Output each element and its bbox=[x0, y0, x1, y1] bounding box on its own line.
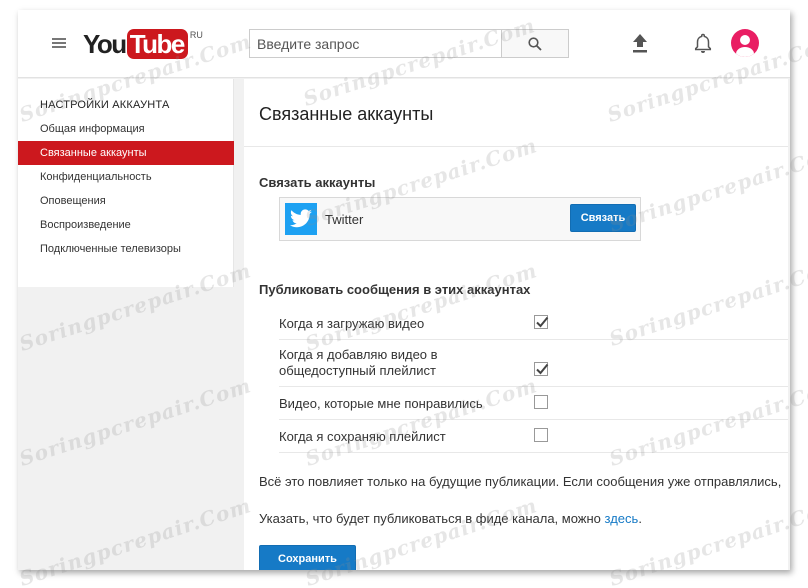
feed-settings-note: Указать, что будет публиковаться в фиде … bbox=[259, 511, 642, 526]
feed-settings-link[interactable]: здесь bbox=[605, 511, 639, 526]
sidebar-heading: НАСТРОЙКИ АККАУНТА bbox=[40, 99, 170, 111]
publish-section-title: Публиковать сообщения в этих аккаунтах bbox=[259, 282, 531, 297]
twitter-account-name: Twitter bbox=[325, 212, 364, 227]
page-title: Связанные аккаунты bbox=[259, 104, 434, 124]
twitter-icon bbox=[285, 203, 317, 235]
logo-text-you: You bbox=[83, 29, 127, 59]
masthead: You Tube RU bbox=[18, 10, 790, 78]
publish-liked-checkbox[interactable] bbox=[534, 395, 548, 409]
publish-option-row: Когда я загружаю видео bbox=[279, 307, 790, 340]
publish-option-label: Видео, которые мне понравились bbox=[279, 396, 483, 411]
publish-option-row: Когда я сохраняю плейлист bbox=[279, 420, 790, 453]
main-content: Связанные аккаунты Связать аккаунты Twit… bbox=[244, 79, 790, 570]
search-icon bbox=[528, 36, 542, 51]
publish-save-playlist-checkbox[interactable] bbox=[534, 428, 548, 442]
avatar[interactable] bbox=[731, 29, 759, 57]
checkmark-icon bbox=[536, 316, 549, 328]
user-icon bbox=[736, 35, 754, 57]
connect-section-title: Связать аккаунты bbox=[259, 175, 376, 190]
publish-option-label: Когда я добавляю видео в общедоступный п… bbox=[279, 347, 438, 378]
upload-icon[interactable] bbox=[630, 32, 650, 54]
publish-upload-checkbox[interactable] bbox=[534, 315, 549, 329]
checkmark-icon bbox=[536, 363, 549, 375]
publish-option-label: Когда я сохраняю плейлист bbox=[279, 429, 446, 444]
publish-option-row: Видео, которые мне понравились bbox=[279, 387, 790, 420]
twitter-account-card: Twitter Связать bbox=[279, 197, 641, 241]
sidebar-item-notifications[interactable]: Оповещения bbox=[18, 189, 234, 213]
page-header: Связанные аккаунты bbox=[244, 79, 790, 147]
search-input[interactable] bbox=[250, 30, 501, 57]
publish-playlist-add-checkbox[interactable] bbox=[534, 362, 549, 376]
sidebar-item-playback[interactable]: Воспроизведение bbox=[18, 213, 234, 237]
sidebar-item-privacy[interactable]: Конфиденциальность bbox=[18, 165, 234, 189]
publish-option-label: Когда я загружаю видео bbox=[279, 316, 425, 331]
youtube-logo[interactable]: You Tube RU bbox=[83, 29, 203, 59]
future-posts-note: Всё это повлияет только на будущие публи… bbox=[259, 474, 782, 489]
search-bar bbox=[249, 29, 569, 58]
logo-region: RU bbox=[189, 30, 203, 40]
browser-frame: You Tube RU Введите запрос НАСТРОЙКИ АКК… bbox=[18, 10, 790, 570]
feed-note-suffix: . bbox=[638, 511, 642, 526]
menu-icon[interactable] bbox=[52, 38, 66, 48]
publish-option-row: Когда я добавляю видео в общедоступный п… bbox=[279, 340, 790, 387]
scrollbar[interactable] bbox=[788, 79, 790, 570]
search-button[interactable] bbox=[501, 30, 568, 57]
save-button[interactable]: Сохранить bbox=[259, 545, 356, 570]
sidebar-nav: Общая информация Связанные аккаунты Конф… bbox=[18, 117, 234, 261]
sidebar-item-connected-tvs[interactable]: Подключенные телевизоры bbox=[18, 237, 234, 261]
sidebar-item-overview[interactable]: Общая информация bbox=[18, 117, 234, 141]
connect-twitter-button[interactable]: Связать bbox=[570, 204, 636, 232]
logo-text-tube: Tube bbox=[126, 29, 188, 59]
settings-sidebar: НАСТРОЙКИ АККАУНТА Общая информация Связ… bbox=[18, 79, 234, 287]
bell-icon[interactable] bbox=[692, 32, 714, 54]
feed-note-text: Указать, что будет публиковаться в фиде … bbox=[259, 511, 601, 526]
sidebar-item-connected-accounts[interactable]: Связанные аккаунты bbox=[18, 141, 234, 165]
